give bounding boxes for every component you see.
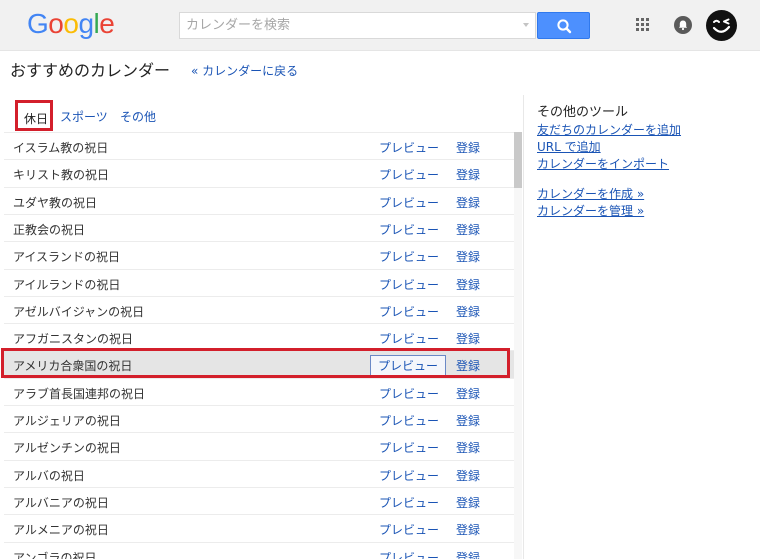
preview-link[interactable]: プレビュー [379,303,439,320]
calendar-name: アルバの祝日 [13,468,85,483]
register-link[interactable]: 登録 [456,494,480,511]
calendar-row: アルジェリアの祝日 プレビュー 登録 [4,405,514,432]
add-friend-calendar-link[interactable]: 友だちのカレンダーを追加 [537,121,681,138]
search-dropdown-icon[interactable] [523,23,529,27]
calendar-row: イスラム教の祝日 プレビュー 登録 [4,132,514,159]
preview-link[interactable]: プレビュー [379,412,439,429]
apps-grid-icon[interactable] [636,18,650,32]
back-to-calendar-link[interactable]: « カレンダーに戻る [191,62,298,79]
scrollbar-thumb[interactable] [514,132,522,188]
calendar-name: アフガニスタンの祝日 [13,332,134,347]
preview-link[interactable]: プレビュー [379,549,439,559]
google-logo[interactable]: Google [27,7,115,41]
preview-link[interactable]: プレビュー [379,521,439,538]
calendar-row: アイスランドの祝日 プレビュー 登録 [4,241,514,268]
calendar-row: アンゴラの祝日 プレビュー 登録 [4,541,514,559]
preview-link[interactable]: プレビュー [379,276,439,293]
preview-link[interactable]: プレビュー [379,494,439,511]
preview-link[interactable]: プレビュー [379,385,439,402]
preview-link[interactable]: プレビュー [379,166,439,183]
calendar-row: キリスト教の祝日 プレビュー 登録 [4,159,514,186]
search-input[interactable] [180,13,510,38]
register-link[interactable]: 登録 [456,412,480,429]
highlight-frame [1,348,510,378]
register-link[interactable]: 登録 [456,521,480,538]
notification-bell-icon[interactable] [674,16,692,34]
register-link[interactable]: 登録 [456,139,480,156]
holiday-calendar-list: イスラム教の祝日 プレビュー 登録 キリスト教の祝日 プレビュー 登録 ユダヤ教の祝日 プレビ… [4,132,514,559]
calendar-row: アイルランドの祝日 プレビュー 登録 [4,268,514,296]
preview-link[interactable]: プレビュー [379,248,439,265]
calendar-name: イスラム教の祝日 [13,141,109,155]
calendar-row: 正教会の祝日 プレビュー 登録 [4,213,514,241]
preview-link[interactable]: プレビュー [379,439,439,456]
top-bar: Google [0,0,760,51]
calendar-row: アルバニアの祝日 プレビュー 登録 [4,486,514,514]
other-tools-title: その他のツール [537,105,629,120]
create-calendar-link[interactable]: カレンダーを作成 » [537,185,644,202]
profile-avatar[interactable] [706,10,737,41]
preview-link[interactable]: プレビュー [379,467,439,484]
manage-calendars-link[interactable]: カレンダーを管理 » [537,202,644,219]
register-link[interactable]: 登録 [456,467,480,484]
register-link[interactable]: 登録 [456,439,480,456]
tab-sports[interactable]: スポーツ [60,108,108,125]
search-box [179,12,536,39]
calendar-name: ユダヤ教の祝日 [13,195,98,210]
calendar-name: アルバニアの祝日 [13,495,109,510]
register-link[interactable]: 登録 [456,248,480,265]
register-link[interactable]: 登録 [456,549,480,559]
calendar-name: アルジェリアの祝日 [13,414,121,428]
calendar-row: アラブ首長国連邦の祝日 プレビュー 登録 [4,377,514,405]
search-icon [557,19,572,34]
calendar-row: アルゼンチンの祝日 プレビュー 登録 [4,432,514,459]
logo-letter: e [99,8,115,39]
calendar-name: 正教会の祝日 [13,222,86,237]
calendar-name: アイルランドの祝日 [13,277,121,292]
logo-letter: g [78,8,94,39]
calendar-row: ユダヤ教の祝日 プレビュー 登録 [4,186,514,214]
preview-link[interactable]: プレビュー [379,330,439,347]
preview-link[interactable]: プレビュー [379,221,439,238]
logo-letter: o [63,8,79,39]
tab-other[interactable]: その他 [120,108,156,125]
logo-letter: o [48,8,64,39]
logo-letter: G [27,8,49,39]
register-link[interactable]: 登録 [456,330,480,347]
column-divider [523,95,524,559]
calendar-name: アルメニアの祝日 [13,523,109,538]
calendar-name: アンゴラの祝日 [13,550,97,559]
calendar-name: アルゼンチンの祝日 [13,441,121,456]
preview-link[interactable]: プレビュー [379,139,439,156]
import-calendar-link[interactable]: カレンダーをインポート [537,155,669,172]
register-link[interactable]: 登録 [456,303,480,320]
calendar-row: アフガニスタンの祝日 プレビュー 登録 [4,323,514,350]
preview-link[interactable]: プレビュー [379,194,439,211]
add-by-url-link[interactable]: URL で追加 [537,138,601,155]
calendar-name: アラブ首長国連邦の祝日 [13,386,146,401]
register-link[interactable]: 登録 [456,221,480,238]
register-link[interactable]: 登録 [456,276,480,293]
register-link[interactable]: 登録 [456,385,480,402]
calendar-name: アゼルバイジャンの祝日 [13,304,145,319]
search-button[interactable] [537,12,590,39]
calendar-name: キリスト教の祝日 [13,168,110,183]
calendar-row: アルバの祝日 プレビュー 登録 [4,459,514,487]
tab-holidays[interactable]: 休日 [15,100,53,131]
calendar-name: アイスランドの祝日 [13,250,121,265]
calendar-row: アルメニアの祝日 プレビュー 登録 [4,514,514,541]
register-link[interactable]: 登録 [456,194,480,211]
page-title: おすすめのカレンダー [10,61,171,80]
scrollbar-track[interactable] [514,132,522,559]
register-link[interactable]: 登録 [456,166,480,183]
calendar-row: アゼルバイジャンの祝日 プレビュー 登録 [4,295,514,323]
tab-holidays-label: 休日 [24,112,49,126]
